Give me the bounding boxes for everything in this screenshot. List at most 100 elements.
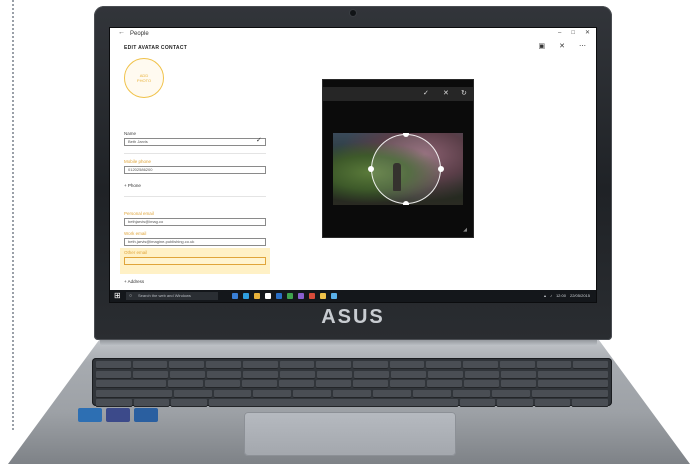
key bbox=[173, 389, 212, 398]
key bbox=[96, 370, 131, 379]
key bbox=[372, 389, 411, 398]
key-row bbox=[96, 399, 609, 407]
volume-icon[interactable]: ♪ bbox=[550, 292, 552, 300]
key bbox=[538, 380, 608, 388]
check-icon[interactable]: ✓ bbox=[256, 136, 262, 144]
xbox-icon[interactable] bbox=[287, 293, 293, 299]
search-icon: ○ bbox=[129, 293, 133, 299]
key bbox=[206, 370, 242, 379]
key-row bbox=[96, 389, 608, 398]
key bbox=[279, 361, 315, 369]
key bbox=[534, 399, 571, 407]
search-placeholder: Search the web and Windows bbox=[138, 293, 191, 298]
separator bbox=[124, 153, 266, 154]
key bbox=[213, 389, 252, 398]
save-icon[interactable]: ▣ bbox=[539, 42, 546, 50]
work-email-field[interactable]: beth.jarvis@imagine-publishing.co.uk bbox=[124, 238, 266, 246]
laptop-screen: ← People – □ ✕ EDIT AVATAR CONTACT ▣ ✕ ⋯… bbox=[110, 28, 596, 302]
key-row bbox=[96, 380, 608, 388]
clock-time[interactable]: 12:00 bbox=[556, 292, 566, 300]
windows-start-icon[interactable]: ⊞ bbox=[114, 292, 121, 300]
add-address-link[interactable]: + Address bbox=[124, 279, 144, 284]
key bbox=[243, 370, 279, 379]
key bbox=[171, 399, 207, 407]
key bbox=[353, 380, 388, 388]
crop-handle-bottom[interactable] bbox=[403, 201, 409, 205]
clock-date[interactable]: 22/05/2015 bbox=[570, 292, 590, 300]
crop-handle-left[interactable] bbox=[368, 166, 374, 172]
cancel-icon[interactable]: ✕ bbox=[559, 42, 565, 50]
personal-email-field[interactable]: bethjarvis@imag.co bbox=[124, 218, 266, 226]
more-icon[interactable]: ⋯ bbox=[579, 42, 586, 50]
sticker bbox=[134, 408, 158, 422]
key bbox=[132, 361, 168, 369]
dotted-margin-rule bbox=[12, 0, 14, 430]
maximize-icon[interactable]: □ bbox=[571, 29, 575, 37]
touchpad bbox=[244, 412, 456, 456]
rotate-icon[interactable]: ↻ bbox=[461, 89, 467, 98]
key bbox=[390, 380, 425, 388]
key bbox=[492, 389, 531, 398]
laptop-brand-logo: ASUS bbox=[321, 306, 385, 328]
app-icon[interactable] bbox=[331, 293, 337, 299]
name-label: Name bbox=[124, 131, 137, 136]
phone-label: Mobile phone bbox=[124, 159, 152, 164]
crop-toolbar: ✓ ✕ ↻ bbox=[323, 87, 473, 101]
edge-icon[interactable] bbox=[243, 293, 249, 299]
phone-field[interactable]: 01202586200 bbox=[124, 166, 266, 174]
close-icon[interactable]: ✕ bbox=[585, 29, 590, 37]
app-icon[interactable] bbox=[309, 293, 315, 299]
personal-email-label: Personal email bbox=[124, 211, 154, 216]
key bbox=[169, 361, 205, 369]
key bbox=[427, 370, 463, 379]
key bbox=[133, 399, 170, 407]
people-icon[interactable] bbox=[320, 293, 326, 299]
file-explorer-icon[interactable] bbox=[254, 293, 260, 299]
key bbox=[96, 361, 131, 369]
key bbox=[280, 370, 316, 379]
key bbox=[499, 361, 535, 369]
key bbox=[333, 389, 371, 398]
network-icon[interactable]: ▴ bbox=[544, 292, 546, 300]
key bbox=[497, 399, 533, 407]
space-key bbox=[208, 399, 458, 407]
minimize-icon[interactable]: – bbox=[558, 29, 561, 37]
separator bbox=[124, 196, 266, 197]
crop-handle-right[interactable] bbox=[438, 166, 444, 172]
app-icon[interactable] bbox=[298, 293, 304, 299]
store-icon[interactable] bbox=[265, 293, 271, 299]
key bbox=[206, 361, 241, 369]
key bbox=[242, 361, 278, 369]
key bbox=[412, 389, 451, 398]
name-field[interactable]: Beth Jarvis bbox=[124, 138, 266, 146]
key bbox=[253, 389, 292, 398]
other-email-field[interactable] bbox=[124, 257, 266, 265]
key bbox=[96, 380, 166, 388]
key bbox=[354, 370, 389, 379]
page-heading: EDIT AVATAR CONTACT bbox=[124, 45, 188, 51]
crop-circle[interactable] bbox=[371, 134, 441, 204]
work-email-label: Work email bbox=[124, 231, 147, 236]
check-icon[interactable]: ✓ bbox=[423, 89, 429, 98]
key-row bbox=[96, 361, 609, 369]
taskbar-search-box[interactable]: ○ Search the web and Windows bbox=[126, 292, 218, 300]
key bbox=[501, 370, 537, 379]
key bbox=[317, 370, 353, 379]
key bbox=[501, 380, 536, 388]
add-phone-link[interactable]: + Phone bbox=[124, 183, 141, 188]
close-icon[interactable]: ✕ bbox=[443, 89, 449, 98]
resize-icon[interactable]: ◢ bbox=[463, 227, 467, 233]
crop-photo bbox=[333, 133, 463, 205]
task-view-icon[interactable] bbox=[232, 293, 238, 299]
avatar-add-photo[interactable]: ADD PHOTO bbox=[124, 58, 164, 98]
back-arrow-icon[interactable]: ← bbox=[118, 29, 125, 37]
key bbox=[242, 380, 277, 388]
key bbox=[293, 389, 332, 398]
avatar-label: ADD PHOTO bbox=[136, 73, 152, 83]
key bbox=[452, 389, 491, 398]
key bbox=[427, 380, 462, 388]
key bbox=[572, 399, 609, 407]
key bbox=[536, 361, 572, 369]
mail-icon[interactable] bbox=[276, 293, 282, 299]
key bbox=[573, 361, 609, 369]
